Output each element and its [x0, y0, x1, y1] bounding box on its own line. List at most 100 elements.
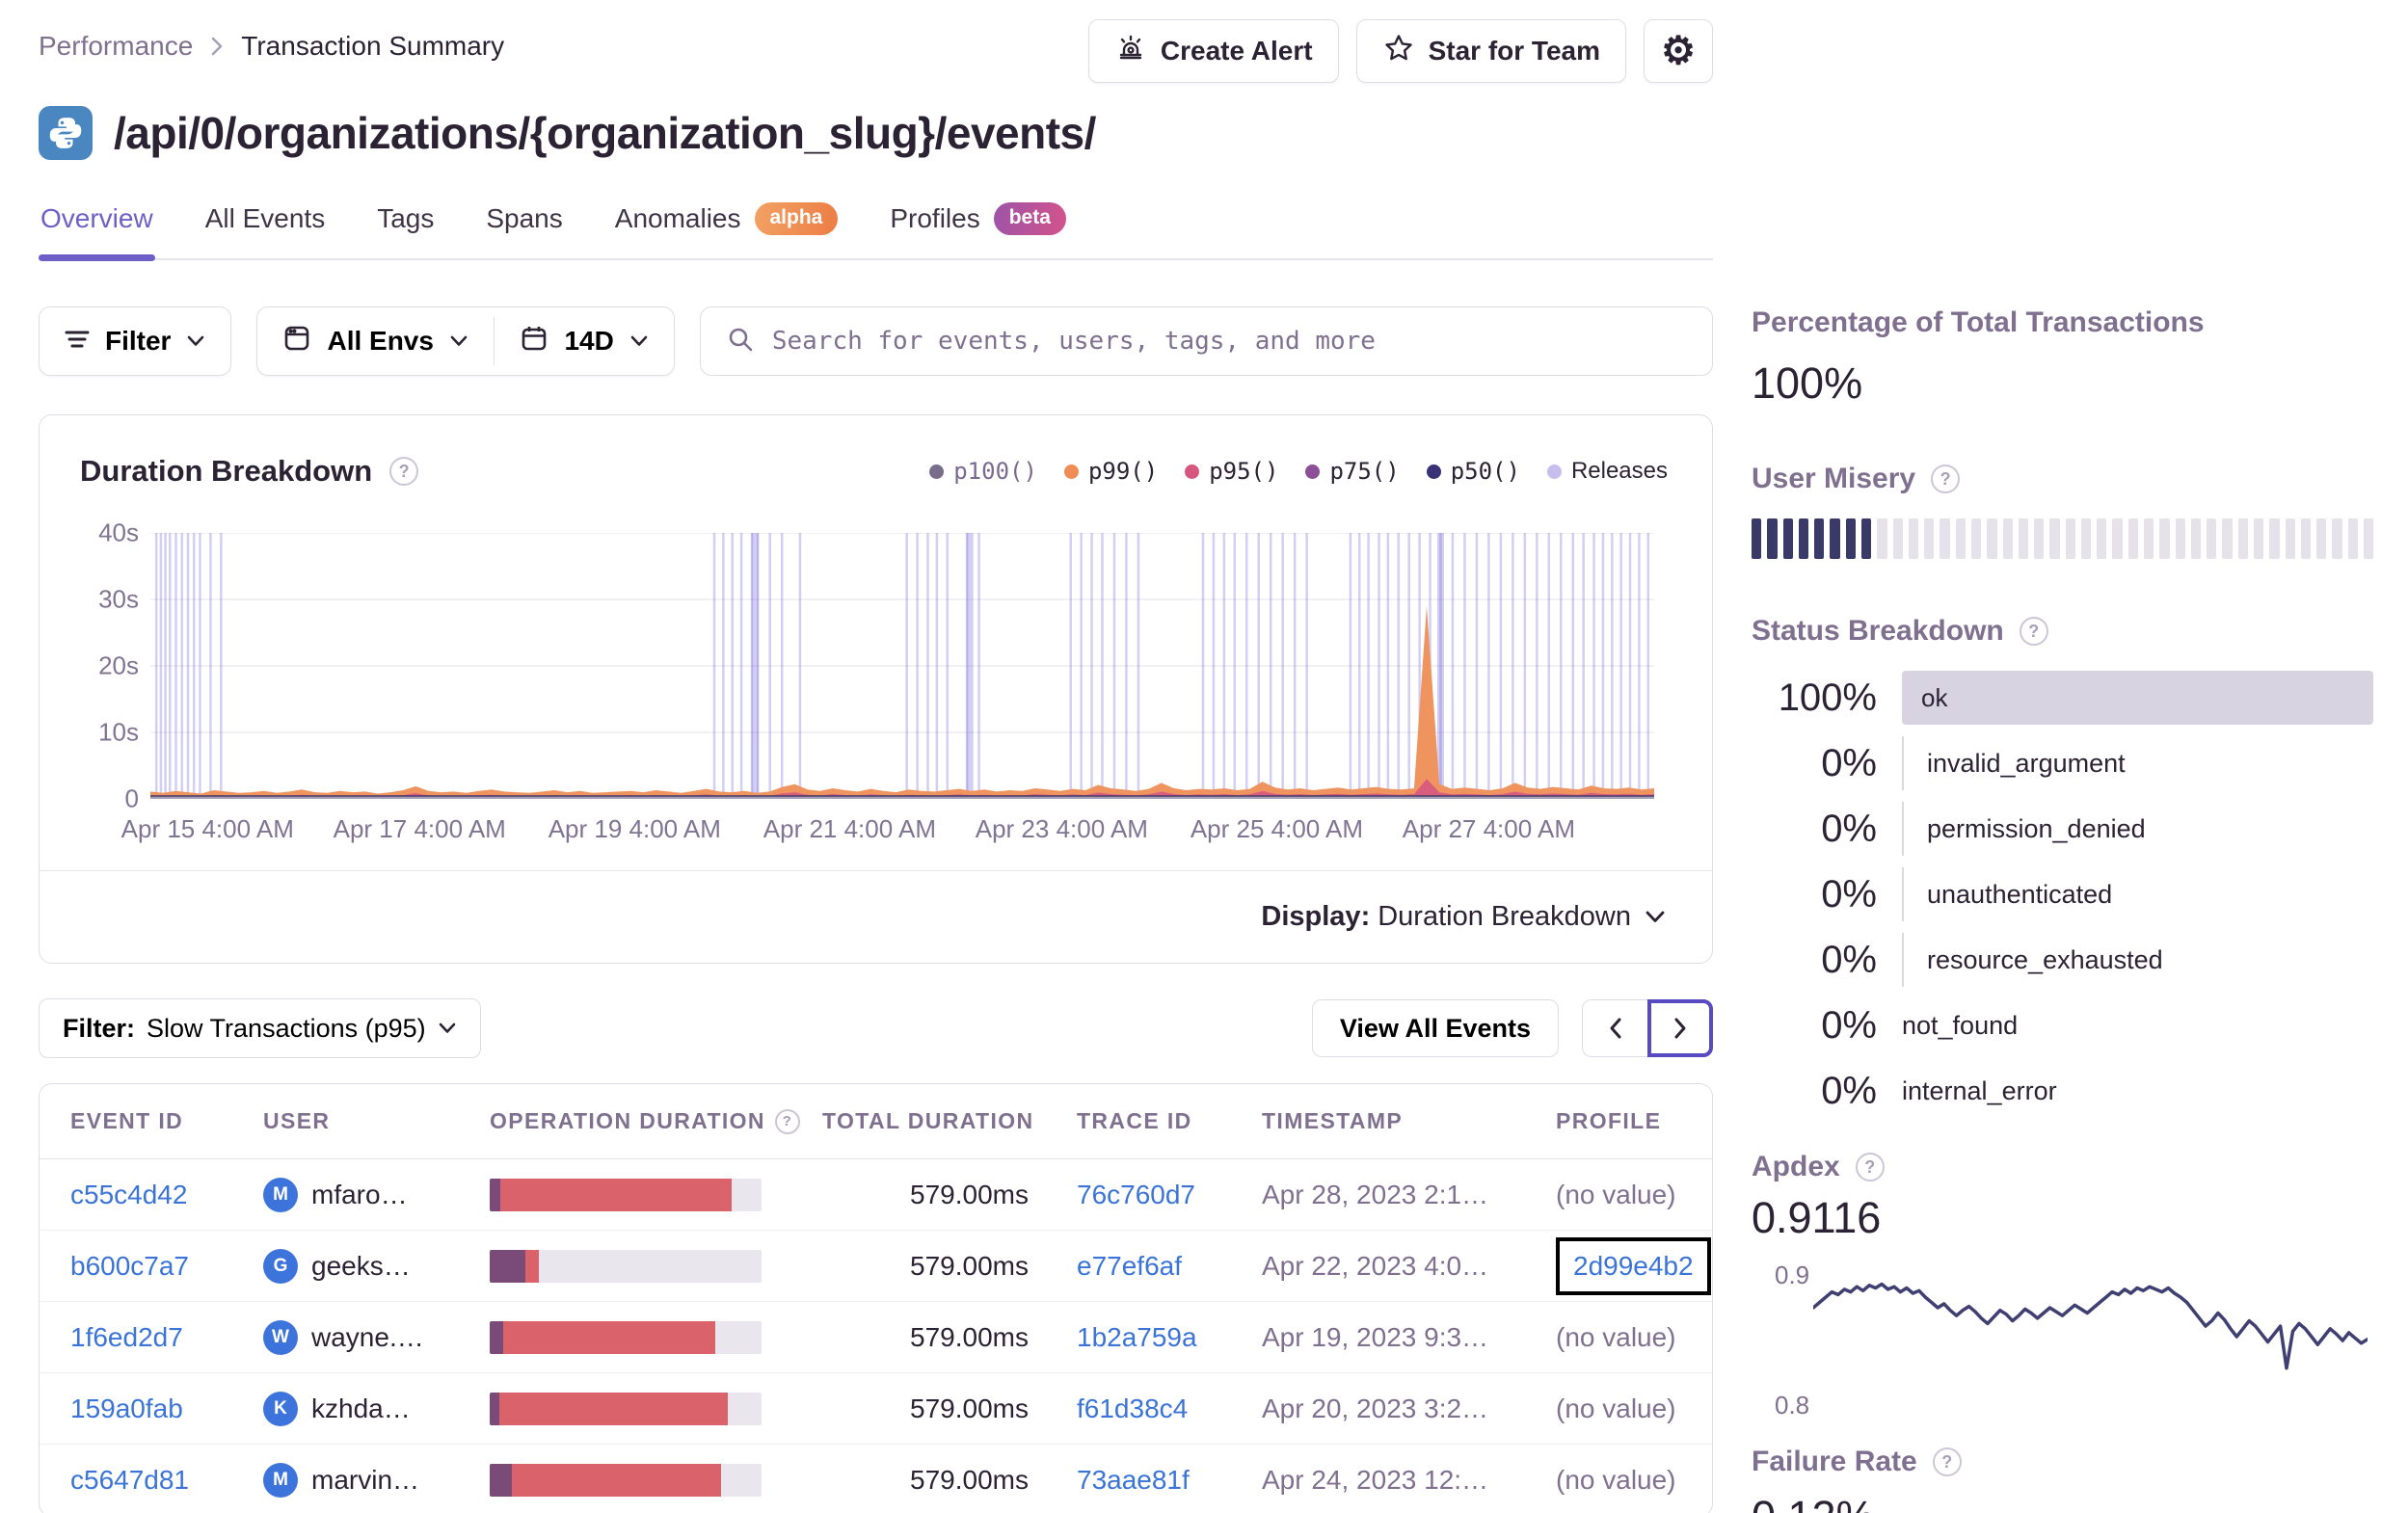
- alpha-badge: alpha: [754, 202, 839, 235]
- status-label: unauthenticated: [1902, 867, 2373, 921]
- timestamp: Apr 24, 2023 12:…: [1262, 1465, 1489, 1495]
- operation-duration-bar: [490, 1320, 762, 1354]
- active-tab-underline: [39, 254, 155, 261]
- status-label: permission_denied: [1902, 802, 2373, 856]
- star-for-team-button[interactable]: Star for Team: [1355, 19, 1626, 83]
- event-id-link[interactable]: b600c7a7: [70, 1251, 189, 1281]
- avatar: M: [263, 1463, 298, 1498]
- apdex-heading: Apdex?: [1752, 1151, 2373, 1183]
- tab-anomalies-label: Anomalies: [614, 203, 741, 233]
- create-alert-button[interactable]: Create Alert: [1087, 19, 1339, 83]
- environment-dropdown[interactable]: All Envs: [257, 307, 494, 375]
- profile-value: (no value): [1556, 1179, 1676, 1209]
- tab-spans-label: Spans: [486, 203, 563, 233]
- date-range-dropdown[interactable]: 14D: [495, 307, 674, 375]
- bar-segment-http: [511, 1464, 721, 1497]
- help-icon[interactable]: ?: [774, 1108, 800, 1134]
- total-duration: 579.00ms: [910, 1250, 1029, 1281]
- misery-segment-filled: [1798, 518, 1809, 559]
- legend-p75[interactable]: p75(): [1305, 458, 1400, 485]
- x-axis-tick: Apr 27 4:00 AM: [1402, 814, 1576, 843]
- status-row: 0% unauthenticated: [1752, 867, 2373, 921]
- x-axis-tick: Apr 19 4:00 AM: [548, 814, 721, 843]
- previous-page-button[interactable]: [1582, 999, 1647, 1057]
- legend-p100[interactable]: p100(): [929, 458, 1037, 485]
- misery-segment-empty: [2097, 518, 2107, 559]
- misery-segment-filled: [1830, 518, 1840, 559]
- misery-segment-empty: [2049, 518, 2060, 559]
- bar-segment-http: [503, 1320, 716, 1354]
- breadcrumb-current: Transaction Summary: [241, 31, 505, 61]
- next-page-button[interactable]: [1647, 999, 1713, 1057]
- settings-button[interactable]: ⚙: [1644, 19, 1713, 83]
- event-id-link[interactable]: 1f6ed2d7: [70, 1322, 183, 1352]
- misery-segment-empty: [2222, 518, 2233, 559]
- title-row: /api/0/organizations/{organization_slug}…: [39, 106, 1713, 160]
- table-header-row: EVENT ID USER OPERATION DURATION? TOTAL …: [40, 1084, 1712, 1159]
- status-pct: 0%: [1821, 1069, 1877, 1112]
- duration-breakdown-panel: Duration Breakdown ? p100() p99() p95() …: [39, 414, 1713, 964]
- x-axis-labels: Apr 15 4:00 AM Apr 17 4:00 AM Apr 19 4:0…: [121, 814, 1654, 853]
- help-icon[interactable]: ?: [1931, 465, 1961, 493]
- misery-segment-empty: [2332, 518, 2342, 559]
- misery-segment-empty: [2269, 518, 2280, 559]
- help-icon[interactable]: ?: [389, 457, 419, 486]
- beta-badge: beta: [993, 202, 1066, 235]
- pagination: [1582, 999, 1713, 1057]
- col-event-id: EVENT ID: [70, 1108, 184, 1133]
- event-id-link[interactable]: c5647d81: [70, 1465, 189, 1495]
- pct-total-value: 100%: [1752, 358, 1863, 408]
- transaction-summary-page: Performance Transaction Summary Create A…: [0, 0, 2408, 1513]
- event-id-link[interactable]: c55c4d42: [70, 1180, 187, 1209]
- status-pct: 0%: [1821, 741, 1877, 784]
- view-all-events-button[interactable]: View All Events: [1311, 999, 1559, 1057]
- tab-anomalies[interactable]: Anomalies alpha: [613, 197, 841, 258]
- display-dropdown[interactable]: Duration Breakdown: [1378, 901, 1666, 933]
- tab-profiles[interactable]: Profiles beta: [888, 197, 1068, 258]
- chevron-right-icon: [1674, 1018, 1686, 1039]
- trace-id-link[interactable]: f61d38c4: [1077, 1394, 1188, 1423]
- tab-overview[interactable]: Overview: [39, 197, 155, 261]
- misery-segment-empty: [1892, 518, 1903, 559]
- misery-segment-empty: [2300, 518, 2312, 559]
- status-label: internal_error: [1902, 1075, 2057, 1105]
- misery-segment-empty: [1987, 518, 1997, 559]
- tab-tags[interactable]: Tags: [375, 197, 436, 258]
- profile-link[interactable]: 2d99e4b2: [1573, 1251, 1694, 1281]
- misery-segment-empty: [2285, 518, 2295, 559]
- filter-controls: Filter All Envs 14D Search for events, u…: [39, 306, 1713, 376]
- trace-id-link[interactable]: 76c760d7: [1077, 1180, 1195, 1209]
- tab-all-events[interactable]: All Events: [203, 197, 328, 258]
- tab-profiles-label: Profiles: [890, 203, 980, 233]
- timestamp: Apr 28, 2023 2:1…: [1262, 1179, 1489, 1209]
- legend-p95[interactable]: p95(): [1185, 458, 1278, 485]
- status-row: 0% invalid_argument: [1752, 736, 2373, 790]
- trace-id-link[interactable]: 1b2a759a: [1077, 1322, 1197, 1352]
- legend-releases[interactable]: Releases: [1546, 458, 1668, 485]
- help-icon[interactable]: ?: [2019, 617, 2048, 646]
- table-row: c55c4d42 Mmfaro… 579.00ms 76c760d7 Apr 2…: [40, 1159, 1712, 1231]
- search-input[interactable]: [771, 327, 1687, 356]
- status-breakdown-heading: Status Breakdown?: [1752, 615, 2373, 648]
- status-label: not_found: [1902, 1010, 2019, 1040]
- gear-icon: ⚙: [1661, 30, 1696, 72]
- bar-segment-http: [500, 1178, 732, 1211]
- filter-dropdown[interactable]: Filter: [39, 306, 232, 376]
- tab-spans[interactable]: Spans: [484, 197, 564, 258]
- page-title: /api/0/organizations/{organization_slug}…: [114, 108, 1096, 158]
- trace-id-link[interactable]: e77ef6af: [1077, 1251, 1182, 1281]
- events-table: EVENT ID USER OPERATION DURATION? TOTAL …: [39, 1083, 1713, 1513]
- help-icon[interactable]: ?: [1855, 1153, 1885, 1181]
- breadcrumb-performance[interactable]: Performance: [39, 31, 193, 62]
- misery-segment-empty: [2254, 518, 2264, 559]
- total-duration: 579.00ms: [910, 1179, 1029, 1209]
- slow-transactions-filter-dropdown[interactable]: Filter: Slow Transactions (p95): [39, 998, 481, 1058]
- trace-id-link[interactable]: 73aae81f: [1077, 1465, 1190, 1495]
- event-id-link[interactable]: 159a0fab: [70, 1394, 183, 1423]
- legend-p99[interactable]: p99(): [1063, 458, 1158, 485]
- legend-p50[interactable]: p50(): [1426, 458, 1520, 485]
- help-icon[interactable]: ?: [1932, 1447, 1962, 1476]
- status-pct: 0%: [1821, 872, 1877, 916]
- misery-segment-filled: [1860, 518, 1872, 559]
- window-icon: [282, 324, 311, 359]
